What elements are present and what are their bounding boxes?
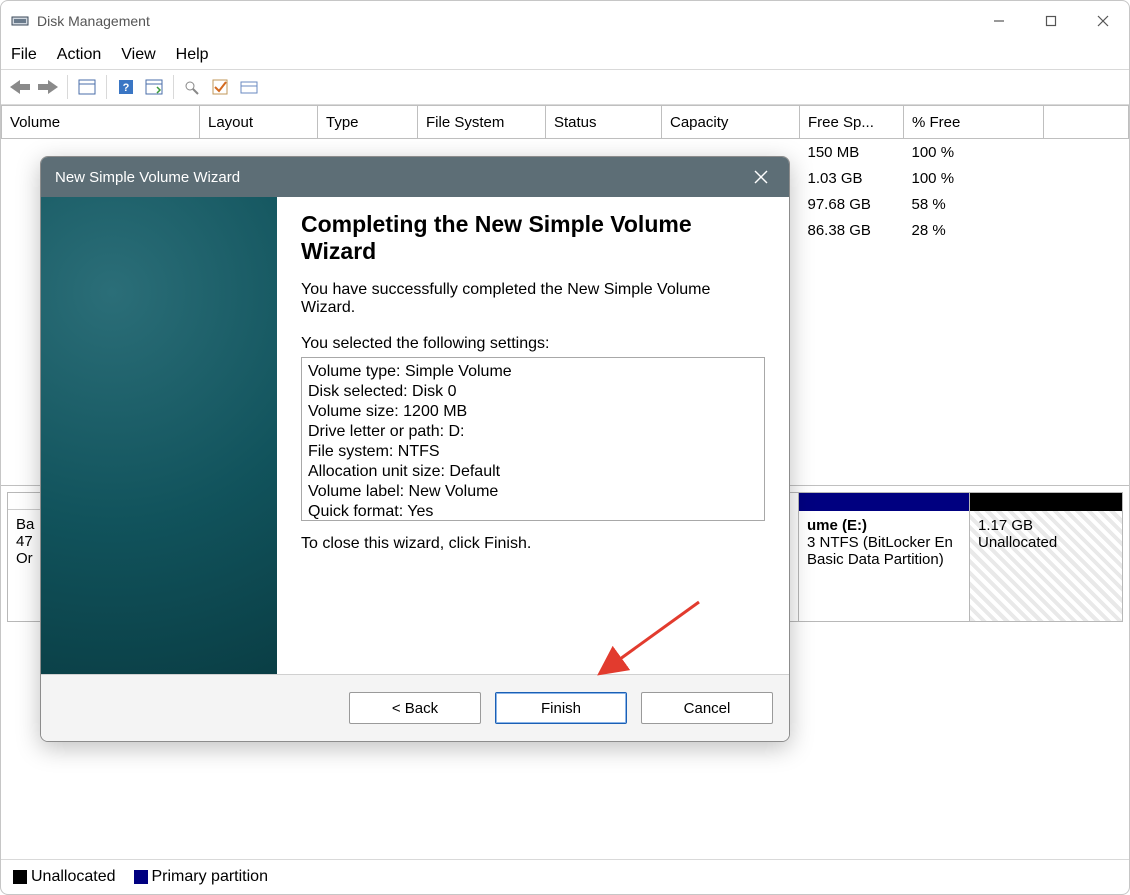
- col-filesystem[interactable]: File System: [418, 106, 546, 139]
- wizard-setting-line: Disk selected: Disk 0: [308, 382, 758, 402]
- nav-back-icon[interactable]: [7, 74, 33, 100]
- minimize-button[interactable]: [973, 1, 1025, 41]
- wizard-side-banner: [41, 197, 277, 674]
- menu-action[interactable]: Action: [57, 46, 101, 64]
- cell-free: 150 MB: [800, 139, 904, 166]
- part-label: Basic Data Partition): [807, 551, 961, 568]
- partition-e[interactable]: ume (E:) 3 NTFS (BitLocker En Basic Data…: [798, 493, 969, 621]
- wizard-setting-line: Volume size: 1200 MB: [308, 402, 758, 422]
- toolbar-help-icon[interactable]: ?: [113, 74, 139, 100]
- wizard-settings-list[interactable]: Volume type: Simple Volume Disk selected…: [301, 357, 765, 521]
- wizard-setting-line: Volume label: New Volume: [308, 482, 758, 502]
- col-type[interactable]: Type: [318, 106, 418, 139]
- nav-forward-icon[interactable]: [35, 74, 61, 100]
- wizard-close-button[interactable]: [747, 163, 775, 191]
- col-pctfree[interactable]: % Free: [904, 106, 1044, 139]
- wizard-setting-line: Drive letter or path: D:: [308, 422, 758, 442]
- legend-primary: Primary partition: [134, 868, 268, 886]
- col-layout[interactable]: Layout: [200, 106, 318, 139]
- cell-free: 86.38 GB: [800, 217, 904, 243]
- partition-unallocated[interactable]: 1.17 GB Unallocated: [969, 493, 1122, 621]
- part-label: ume (E:): [807, 517, 961, 534]
- back-button[interactable]: < Back: [349, 692, 481, 724]
- titlebar: Disk Management: [1, 1, 1129, 41]
- toolbar-check-icon[interactable]: [208, 74, 234, 100]
- legend: Unallocated Primary partition: [1, 859, 1129, 894]
- svg-text:?: ?: [123, 82, 130, 94]
- menubar: File Action View Help: [1, 41, 1129, 70]
- toolbar: ?: [1, 70, 1129, 105]
- col-capacity[interactable]: Capacity: [662, 106, 800, 139]
- close-button[interactable]: [1077, 1, 1129, 41]
- wizard-setting-line: Allocation unit size: Default: [308, 462, 758, 482]
- cell-free: 1.03 GB: [800, 165, 904, 191]
- cancel-button[interactable]: Cancel: [641, 692, 773, 724]
- wizard-success-text: You have successfully completed the New …: [301, 281, 765, 317]
- menu-help[interactable]: Help: [176, 46, 209, 64]
- toolbar-refresh-scan-icon[interactable]: [180, 74, 206, 100]
- cell-pct: 100 %: [904, 165, 1044, 191]
- wizard-content: Completing the New Simple Volume Wizard …: [277, 197, 789, 674]
- col-volume[interactable]: Volume: [2, 106, 200, 139]
- wizard-setting-line: Quick format: Yes: [308, 502, 758, 521]
- app-icon: [11, 12, 29, 30]
- wizard-settings-label: You selected the following settings:: [301, 335, 765, 353]
- wizard-close-hint: To close this wizard, click Finish.: [301, 535, 765, 553]
- wizard-setting-line: File system: NTFS: [308, 442, 758, 462]
- toolbar-detail-icon[interactable]: [141, 74, 167, 100]
- col-free[interactable]: Free Sp...: [800, 106, 904, 139]
- menu-view[interactable]: View: [121, 46, 155, 64]
- new-volume-wizard: New Simple Volume Wizard Completing the …: [40, 156, 790, 742]
- col-empty: [1044, 106, 1129, 139]
- finish-button[interactable]: Finish: [495, 692, 627, 724]
- cell-pct: 28 %: [904, 217, 1044, 243]
- window-title: Disk Management: [37, 13, 150, 29]
- legend-unallocated: Unallocated: [13, 868, 116, 886]
- toolbar-props-icon[interactable]: [236, 74, 262, 100]
- cell-pct: 100 %: [904, 139, 1044, 166]
- wizard-setting-line: Volume type: Simple Volume: [308, 362, 758, 382]
- cell-pct: 58 %: [904, 191, 1044, 217]
- wizard-title: New Simple Volume Wizard: [55, 169, 240, 186]
- wizard-titlebar: New Simple Volume Wizard: [41, 157, 789, 197]
- cell-free: 97.68 GB: [800, 191, 904, 217]
- wizard-heading: Completing the New Simple Volume Wizard: [301, 211, 765, 265]
- part-label: Unallocated: [978, 534, 1114, 551]
- wizard-footer: < Back Finish Cancel: [41, 674, 789, 741]
- part-label: 1.17 GB: [978, 517, 1114, 534]
- toolbar-panel-icon[interactable]: [74, 74, 100, 100]
- part-label: 3 NTFS (BitLocker En: [807, 534, 961, 551]
- col-status[interactable]: Status: [546, 106, 662, 139]
- maximize-button[interactable]: [1025, 1, 1077, 41]
- menu-file[interactable]: File: [11, 46, 37, 64]
